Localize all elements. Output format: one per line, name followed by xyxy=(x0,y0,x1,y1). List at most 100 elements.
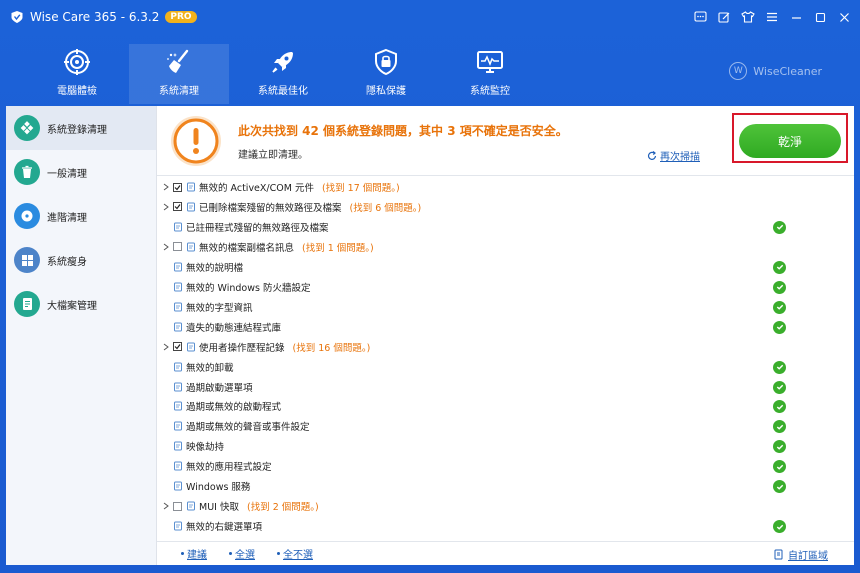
brand-name: WiseCleaner xyxy=(753,64,822,78)
expand-chevron-icon[interactable] xyxy=(162,243,170,251)
mouse-icon xyxy=(173,521,183,531)
tab-optimizer[interactable]: 系統最佳化 xyxy=(233,44,333,104)
custom-area-link[interactable]: 自訂區域 xyxy=(774,547,828,562)
category-row[interactable]: 已刪除檔案殘留的無效路徑及檔案 (找到 6 個問題。) xyxy=(157,197,854,217)
history-icon xyxy=(186,342,196,352)
skin-icon[interactable] xyxy=(740,9,756,25)
check-ok-icon xyxy=(773,520,786,534)
category-row[interactable]: 無效的 ActiveX/COM 元件 (找到 17 個問題。) xyxy=(157,177,854,197)
item-label: 遺失的動態連結程式庫 xyxy=(186,322,282,334)
pro-badge: PRO xyxy=(165,11,197,23)
item-label: 無效的字型資訊 xyxy=(186,302,253,314)
check-ok-icon xyxy=(773,480,786,494)
category-checkbox[interactable] xyxy=(173,182,182,192)
sidebar-item-common-cleaner[interactable]: 一般清理 xyxy=(6,150,156,194)
check-ok-icon xyxy=(773,400,786,414)
sidebar-item-registry-cleaner[interactable]: 系統登錄清理 xyxy=(6,106,156,150)
trash-icon xyxy=(14,159,40,185)
startup-icon xyxy=(173,401,183,411)
issue-count: (找到 16 個問題。) xyxy=(292,342,371,354)
refresh-icon xyxy=(647,150,657,160)
tab-system-cleaner[interactable]: 系統清理 xyxy=(129,44,229,104)
check-ok-icon xyxy=(773,460,786,474)
maximize-icon[interactable] xyxy=(812,9,828,25)
select-all-link[interactable]: 全選 xyxy=(229,546,255,561)
feedback-icon[interactable] xyxy=(692,9,708,25)
tab-label: 系統最佳化 xyxy=(258,86,308,97)
clean-button[interactable]: 乾淨 xyxy=(739,124,841,158)
select-none-link[interactable]: 全不選 xyxy=(277,546,313,561)
sidebar-item-label: 一般清理 xyxy=(47,168,87,180)
list-item[interactable]: 映像劫持 xyxy=(157,436,854,456)
puzzle-icon xyxy=(186,182,196,192)
recommend-label: 建議 xyxy=(187,550,207,561)
select-none-label: 全不選 xyxy=(283,550,313,561)
tab-label: 系統監控 xyxy=(470,86,510,97)
sidebar-item-label: 系統登錄清理 xyxy=(47,124,107,136)
check-ok-icon xyxy=(773,420,786,434)
expand-chevron-icon[interactable] xyxy=(162,502,170,510)
list-item[interactable]: 過期或無效的啟動程式 xyxy=(157,396,854,416)
font-icon xyxy=(173,302,183,312)
category-checkbox[interactable] xyxy=(173,342,182,352)
rescan-link[interactable]: 再次掃描 xyxy=(647,148,700,163)
list-item[interactable]: 無效的卸載 xyxy=(157,357,854,377)
registry-icon xyxy=(14,115,40,141)
list-item[interactable]: 無效的右鍵選單項 xyxy=(157,516,854,536)
windows-icon xyxy=(14,247,40,273)
item-label: 已註冊程式殘留的無效路徑及檔案 xyxy=(186,222,329,234)
sidebar-item-advanced-cleaner[interactable]: 進階清理 xyxy=(6,194,156,238)
list-item[interactable]: 過期或無效的聲音或事件設定 xyxy=(157,416,854,436)
tab-privacy[interactable]: 隱私保護 xyxy=(336,44,436,104)
list-item[interactable]: 無效的字型資訊 xyxy=(157,297,854,317)
tab-label: 系統清理 xyxy=(159,86,199,97)
category-checkbox[interactable] xyxy=(173,242,182,252)
list-item[interactable]: 已註冊程式殘留的無效路徑及檔案 xyxy=(157,217,854,237)
sidebar-item-big-files[interactable]: 大檔案管理 xyxy=(6,282,156,326)
uninstall-icon xyxy=(173,362,183,372)
tab-monitor[interactable]: 系統監控 xyxy=(440,44,540,104)
title-bar: Wise Care 365 - 6.3.2 PRO xyxy=(0,0,860,34)
category-row[interactable]: 無效的檔案副檔名訊息 (找到 1 個問題。) xyxy=(157,237,854,257)
expand-chevron-icon[interactable] xyxy=(162,183,170,191)
menu-icon[interactable] xyxy=(764,9,780,25)
issue-count: (找到 6 個問題。) xyxy=(349,202,422,214)
disk-icon xyxy=(14,203,40,229)
expand-chevron-icon[interactable] xyxy=(162,203,170,211)
sidebar-item-label: 系統瘦身 xyxy=(47,256,87,268)
help-file-icon xyxy=(173,262,183,272)
item-label: 過期或無效的啟動程式 xyxy=(186,402,282,414)
tab-pc-checkup[interactable]: 電腦體檢 xyxy=(27,44,127,104)
edit-icon[interactable] xyxy=(716,9,732,25)
category-row[interactable]: 使用者操作歷程記錄 (找到 16 個問題。) xyxy=(157,337,854,357)
summary-title: 此次共找到 42 個系統登錄問題，其中 3 項不確定是否安全。 xyxy=(238,124,568,138)
expand-chevron-icon[interactable] xyxy=(162,343,170,351)
sidebar-item-label: 進階清理 xyxy=(47,212,87,224)
recommend-link[interactable]: 建議 xyxy=(181,546,207,561)
list-item[interactable]: 無效的應用程式設定 xyxy=(157,456,854,476)
rescan-label: 再次掃描 xyxy=(660,152,700,163)
check-ok-icon xyxy=(773,320,786,334)
list-item[interactable]: 遺失的動態連結程式庫 xyxy=(157,317,854,337)
check-ok-icon xyxy=(773,360,786,374)
app-title: Wise Care 365 - 6.3.2 xyxy=(30,10,160,24)
tab-label: 電腦體檢 xyxy=(57,86,97,97)
minimize-icon[interactable] xyxy=(788,9,804,25)
list-item[interactable]: Windows 服務 xyxy=(157,476,854,496)
close-icon[interactable] xyxy=(836,9,852,25)
sidebar-item-system-slimming[interactable]: 系統瘦身 xyxy=(6,238,156,282)
broom-icon xyxy=(167,49,189,73)
issue-list: 無效的 ActiveX/COM 元件 (找到 17 個問題。) 已刪除檔案殘留的無效… xyxy=(157,177,854,541)
bug-icon xyxy=(173,441,183,451)
folder-icon xyxy=(186,202,196,212)
list-item[interactable]: 過期啟動選單項 xyxy=(157,377,854,397)
check-ok-icon xyxy=(773,380,786,394)
list-item[interactable]: 無效的說明檔 xyxy=(157,257,854,277)
category-row[interactable]: MUI 快取 (找到 2 個問題。) xyxy=(157,496,854,516)
services-icon xyxy=(173,481,183,491)
category-checkbox[interactable] xyxy=(173,501,182,511)
item-label: 使用者操作歷程記錄 xyxy=(199,342,285,354)
category-checkbox[interactable] xyxy=(173,202,182,212)
list-item[interactable]: 無效的 Windows 防火牆設定 xyxy=(157,277,854,297)
lock-shield-icon xyxy=(375,48,397,76)
